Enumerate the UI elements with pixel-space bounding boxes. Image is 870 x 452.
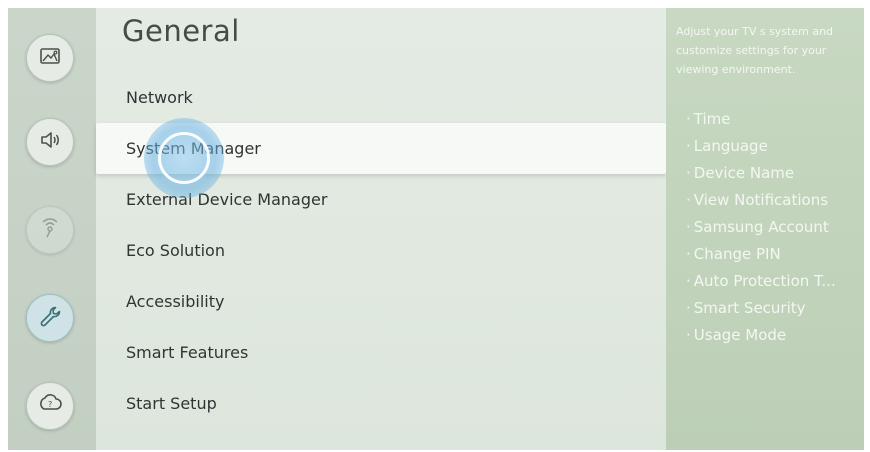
category-rail: ?	[8, 8, 96, 450]
info-item-time: · Time	[686, 110, 731, 128]
support-icon: ?	[37, 391, 63, 421]
info-item-samsung-account: · Samsung Account	[686, 218, 829, 236]
info-item-auto-protection: · Auto Protection T...	[686, 272, 836, 290]
info-item-smart-security: · Smart Security	[686, 299, 806, 317]
info-description: Adjust your TV s system and customize se…	[676, 25, 834, 76]
info-item-language: · Language	[686, 137, 768, 155]
menu-item-start-setup[interactable]: Start Setup	[96, 378, 666, 429]
rail-item-general[interactable]	[26, 294, 74, 342]
rail-item-picture[interactable]	[26, 34, 74, 82]
info-item-usage-mode: · Usage Mode	[686, 326, 787, 344]
picture-icon	[37, 43, 63, 73]
page-title: General	[122, 14, 240, 48]
settings-menu-panel: General Network System Manager External …	[96, 8, 666, 450]
menu-item-eco-solution[interactable]: Eco Solution	[96, 225, 666, 276]
wrench-icon	[37, 303, 63, 333]
info-item-view-notifications: · View Notifications	[686, 191, 829, 209]
info-submenu-list: · Time · Language · Device Name · View Notif…	[686, 106, 836, 349]
menu-item-smart-features[interactable]: Smart Features	[96, 327, 666, 378]
svg-text:?: ?	[48, 400, 52, 409]
rail-item-sound[interactable]	[26, 118, 74, 166]
broadcasting-icon	[37, 215, 63, 245]
remote-pointer-cursor	[144, 118, 224, 198]
tv-screen: ? General Network System Manager Externa…	[8, 8, 864, 450]
rail-item-support[interactable]: ?	[26, 382, 74, 430]
menu-item-network[interactable]: Network	[96, 72, 666, 123]
rail-item-broadcasting[interactable]	[26, 206, 74, 254]
info-item-device-name: · Device Name	[686, 164, 795, 182]
info-item-change-pin: · Change PIN	[686, 245, 781, 263]
menu-item-accessibility[interactable]: Accessibility	[96, 276, 666, 327]
sound-icon	[37, 127, 63, 157]
info-panel: Adjust your TV s system and customize se…	[666, 8, 864, 450]
